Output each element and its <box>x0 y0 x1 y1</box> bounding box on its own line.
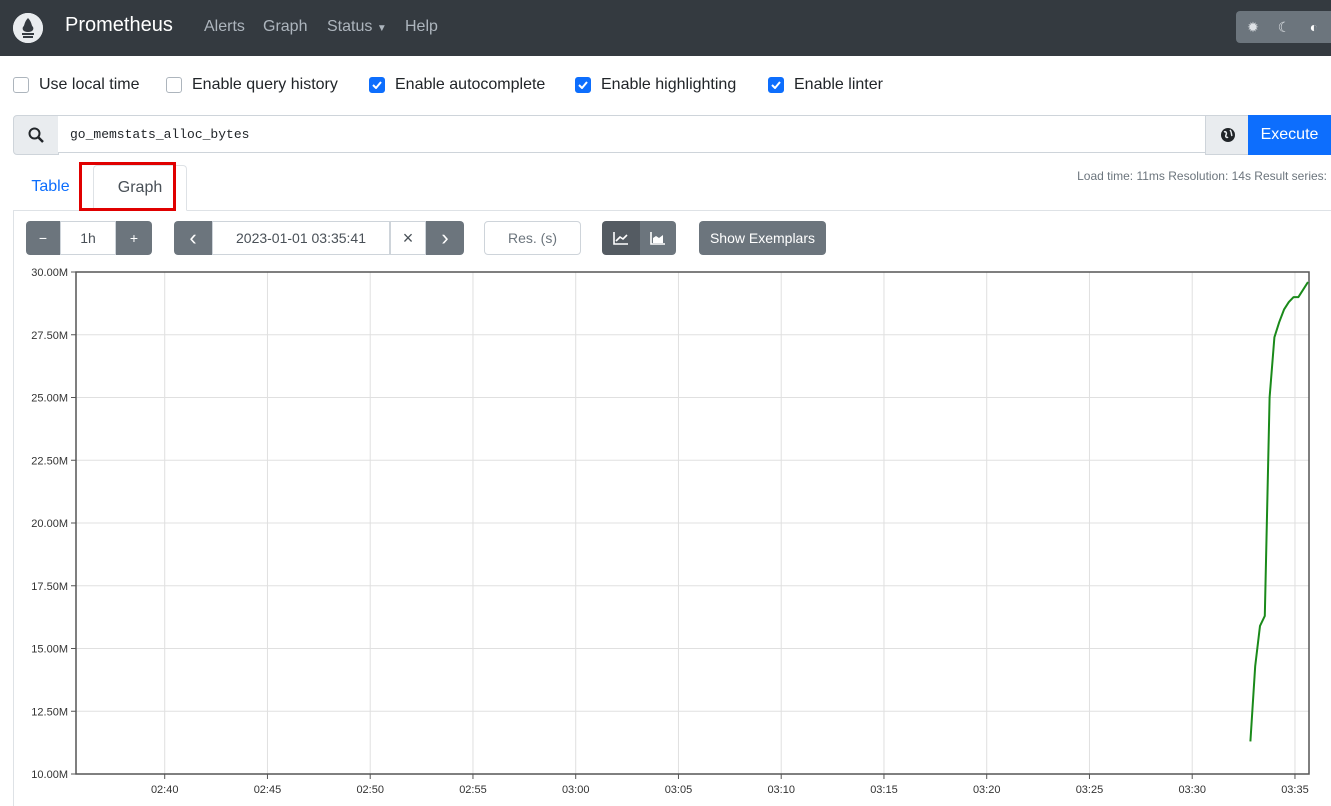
option-label: Enable query history <box>192 76 338 93</box>
checkbox-checked-icon[interactable] <box>575 77 591 93</box>
nav-status[interactable]: Status ▼ <box>327 18 387 36</box>
checkbox-icon[interactable] <box>166 77 182 93</box>
option-label: Enable highlighting <box>601 76 737 93</box>
checkbox-checked-icon[interactable] <box>369 77 385 93</box>
graph-tab-highlight-box <box>79 162 176 211</box>
range-input[interactable]: 1h <box>60 221 116 255</box>
light-theme-icon[interactable]: ✹ <box>1238 11 1268 43</box>
graph-panel <box>13 210 1331 806</box>
clear-time-button[interactable]: × <box>390 221 426 255</box>
auto-theme-icon[interactable]: ◐ <box>1299 11 1329 43</box>
search-icon <box>13 115 59 155</box>
nav-status-label: Status <box>327 18 373 35</box>
metrics-explorer-globe-icon[interactable] <box>1205 115 1250 155</box>
resolution-input[interactable]: Res. (s) <box>484 221 581 255</box>
option-label: Use local time <box>39 76 140 93</box>
brand-title[interactable]: Prometheus <box>65 14 173 37</box>
query-row: go_memstats_alloc_bytes Execute <box>13 115 1331 155</box>
option-autocomplete[interactable]: Enable autocomplete <box>369 74 545 96</box>
expression-input[interactable]: go_memstats_alloc_bytes <box>58 115 1208 153</box>
caret-down-icon: ▼ <box>376 23 387 34</box>
tab-table[interactable]: Table <box>13 165 88 209</box>
next-time-button[interactable]: › <box>426 221 464 255</box>
line-chart-icon[interactable] <box>602 221 640 255</box>
prev-time-button[interactable]: ‹ <box>174 221 212 255</box>
checkbox-icon[interactable] <box>13 77 29 93</box>
end-time-input[interactable]: 2023-01-01 03:35:41 <box>212 221 390 255</box>
nav-alerts[interactable]: Alerts <box>204 18 245 36</box>
option-label: Enable linter <box>794 76 883 93</box>
query-stats: Load time: 11ms Resolution: 14s Result s… <box>1077 169 1327 183</box>
checkbox-checked-icon[interactable] <box>768 77 784 93</box>
navbar: Prometheus Alerts Graph Status ▼ Help ✹ … <box>0 0 1331 56</box>
decrease-range-button[interactable]: − <box>26 221 60 255</box>
theme-toggle-group: ✹ ☾ ◐ <box>1236 11 1331 43</box>
execute-button[interactable]: Execute <box>1248 115 1331 155</box>
option-linter[interactable]: Enable linter <box>768 74 883 96</box>
option-use-local-time[interactable]: Use local time <box>13 74 139 96</box>
option-highlighting[interactable]: Enable highlighting <box>575 74 736 96</box>
increase-range-button[interactable]: + <box>116 221 152 255</box>
stacked-chart-icon[interactable] <box>640 221 676 255</box>
prometheus-logo-icon[interactable] <box>13 13 43 43</box>
show-exemplars-button[interactable]: Show Exemplars <box>699 221 826 255</box>
option-query-history[interactable]: Enable query history <box>166 74 338 96</box>
option-label: Enable autocomplete <box>395 76 546 93</box>
nav-help[interactable]: Help <box>405 18 438 36</box>
nav-graph[interactable]: Graph <box>263 18 307 36</box>
dark-theme-icon[interactable]: ☾ <box>1269 11 1299 43</box>
